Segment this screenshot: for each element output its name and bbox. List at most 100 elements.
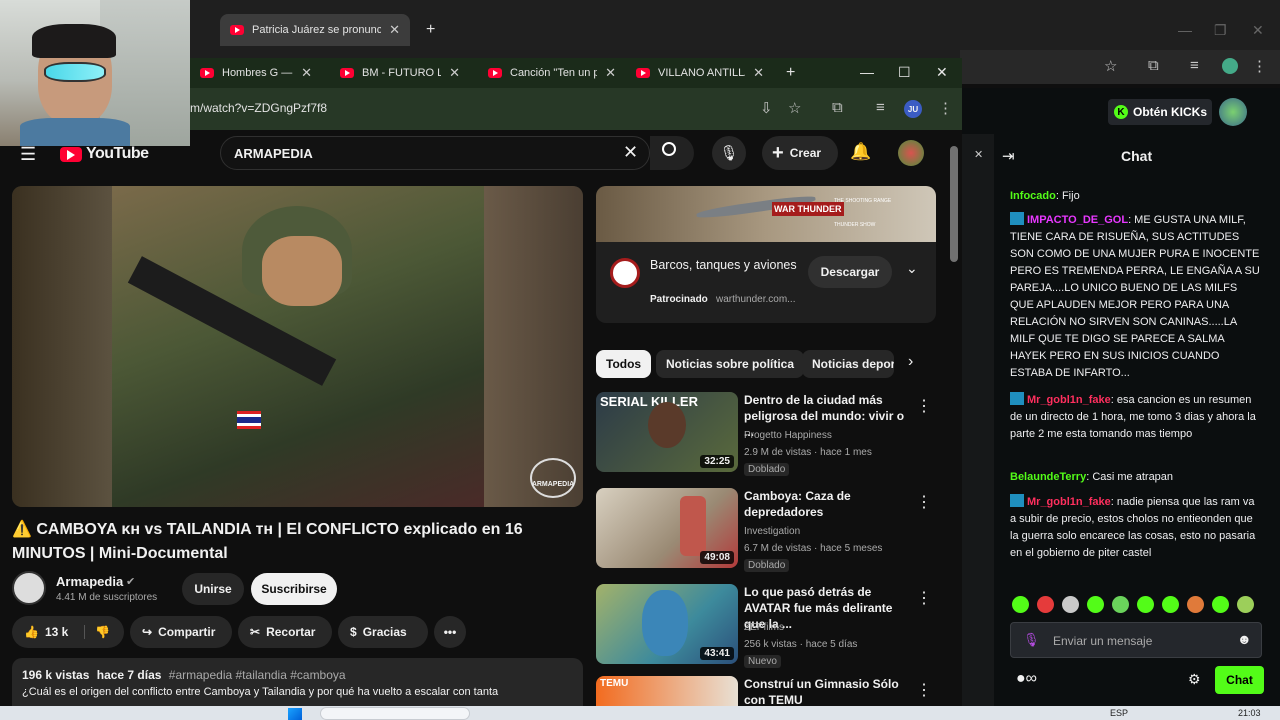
front-tab-4[interactable]: VILLANO ANTILLAN ✕ xyxy=(626,58,774,88)
search-button[interactable] xyxy=(650,136,694,170)
rec-thumbnail[interactable]: 43:41 xyxy=(596,584,738,664)
emote-icon[interactable] xyxy=(1237,596,1254,613)
thanks-button[interactable]: $ Gracias xyxy=(338,616,428,648)
menu-icon[interactable]: ⋮ xyxy=(938,99,953,117)
close-window-icon[interactable]: ✕ xyxy=(1252,22,1264,39)
new-tab-button[interactable]: + xyxy=(776,58,805,88)
rec-channel[interactable]: ZEPfilms xyxy=(744,622,784,633)
rec-more-icon[interactable]: ⋮ xyxy=(916,492,932,512)
like-icon[interactable]: 👍 xyxy=(24,625,39,639)
subscribe-button[interactable]: Suscribirse xyxy=(251,573,337,605)
recommendation-item[interactable]: 49:08 Camboya: Caza de depredadores Inve… xyxy=(596,488,936,572)
close-window-icon[interactable]: ✕ xyxy=(936,64,948,81)
chat-username[interactable]: Infocado xyxy=(1010,190,1056,202)
profile-avatar[interactable] xyxy=(1222,58,1238,74)
chat-message-input[interactable]: 🎙 Enviar un mensaje ☻ xyxy=(1010,622,1262,658)
ad-download-button[interactable]: Descargar xyxy=(808,256,892,288)
emote-icon[interactable] xyxy=(1037,596,1054,613)
chip-politics[interactable]: Noticias sobre política xyxy=(656,350,805,378)
search-input[interactable]: ARMAPEDIA ✕ xyxy=(220,136,650,170)
microphone-icon[interactable]: 🎙 xyxy=(1023,632,1040,648)
notifications-bell-icon[interactable]: 🔔 xyxy=(850,142,871,162)
minimize-icon[interactable]: — xyxy=(1178,22,1192,38)
emoji-picker-icon[interactable]: ☻ xyxy=(1237,631,1252,647)
chat-username[interactable]: Mr_gobl1n_fake xyxy=(1027,394,1111,406)
language-indicator[interactable]: ESP xyxy=(1110,708,1128,718)
kick-user-avatar[interactable] xyxy=(1219,98,1247,126)
create-button[interactable]: + Crear xyxy=(762,136,838,170)
chevron-right-icon[interactable]: › xyxy=(908,353,913,371)
account-avatar[interactable] xyxy=(898,140,924,166)
front-tab-2[interactable]: BM - FUTURO LUJO ✕ xyxy=(330,58,470,88)
join-button[interactable]: Unirse xyxy=(182,573,244,605)
video-player[interactable]: ARMAPEDIA xyxy=(12,186,583,507)
like-count[interactable]: 13 k xyxy=(45,625,68,639)
channel-avatar[interactable] xyxy=(12,571,46,605)
chat-username[interactable]: Mr_gobl1n_fake xyxy=(1027,496,1111,508)
rec-channel[interactable]: Progetto Happiness xyxy=(744,430,832,441)
emote-icon[interactable] xyxy=(1012,596,1029,613)
chip-all[interactable]: Todos xyxy=(596,350,652,378)
close-tab-icon[interactable]: ✕ xyxy=(389,22,400,38)
front-tab-1[interactable]: Hombres G — El Al ✕ xyxy=(190,58,322,88)
extensions-icon[interactable]: ⧉ xyxy=(1148,57,1159,74)
hamburger-menu-icon[interactable]: ☰ xyxy=(20,144,36,165)
rec-title[interactable]: Camboya: Caza de depredadores xyxy=(744,488,912,520)
channel-name[interactable]: Armapedia xyxy=(56,574,123,589)
rec-more-icon[interactable]: ⋮ xyxy=(916,588,932,608)
install-app-icon[interactable]: ⇩ xyxy=(760,99,773,117)
minimize-icon[interactable]: — xyxy=(860,64,874,80)
extensions-icon[interactable]: ⧉ xyxy=(832,99,843,116)
emote-icon[interactable] xyxy=(1087,596,1104,613)
rec-channel[interactable]: Investigation xyxy=(744,526,800,537)
kick-points-icon[interactable]: ●∞ xyxy=(1016,670,1037,688)
rec-more-icon[interactable]: ⋮ xyxy=(916,396,932,416)
scrollbar-thumb[interactable] xyxy=(950,146,958,262)
recommendation-item[interactable]: 43:41 Lo que pasó detrás de AVATAR fue m… xyxy=(596,584,936,668)
new-tab-button[interactable]: + xyxy=(416,14,445,46)
media-icon[interactable]: ≡ xyxy=(1190,57,1199,74)
close-tab-icon[interactable]: ✕ xyxy=(753,65,764,81)
get-kicks-button[interactable]: K Obtén KICKs xyxy=(1108,99,1212,125)
share-button[interactable]: ↪ Compartir xyxy=(130,616,232,648)
media-control-icon[interactable]: ≡ xyxy=(876,99,885,116)
chat-username[interactable]: BelaundeTerry xyxy=(1010,471,1086,483)
hashtags[interactable]: #armapedia #tailandia #camboya xyxy=(169,668,346,682)
more-actions-icon[interactable]: ••• xyxy=(434,616,466,648)
profile-badge[interactable]: JU xyxy=(904,100,922,118)
recommendation-item[interactable]: SERIAL KILLER 32:25 Dentro de la ciudad … xyxy=(596,392,936,476)
taskbar-search-box[interactable] xyxy=(320,707,470,720)
rec-more-icon[interactable]: ⋮ xyxy=(916,680,932,700)
clip-button[interactable]: ✂ Recortar xyxy=(238,616,332,648)
close-tab-icon[interactable]: ✕ xyxy=(301,65,312,81)
close-tab-icon[interactable]: ✕ xyxy=(605,65,616,81)
chip-sports[interactable]: Noticias depor xyxy=(802,350,894,378)
collapse-chat-icon[interactable]: ⇥ xyxy=(1002,147,1015,165)
close-panel-icon[interactable]: ✕ xyxy=(974,148,983,161)
dislike-icon[interactable]: 👎 xyxy=(84,625,110,639)
mic-icon[interactable]: 🎙 xyxy=(712,136,746,170)
front-tab-3[interactable]: Canción "Ten un po ✕ xyxy=(478,58,626,88)
url-text[interactable]: m/watch?v=ZDGngPzf7f8 xyxy=(190,101,327,115)
rec-thumbnail[interactable]: 49:08 xyxy=(596,488,738,568)
emote-icon[interactable] xyxy=(1162,596,1179,613)
back-tab-active[interactable]: Patricia Juárez se pronuncia y r ✕ xyxy=(220,14,410,46)
close-tab-icon[interactable]: ✕ xyxy=(449,65,460,81)
clock-time[interactable]: 21:03 xyxy=(1238,708,1261,718)
bookmark-star-icon[interactable]: ☆ xyxy=(788,99,801,117)
emote-icon[interactable] xyxy=(1212,596,1229,613)
chat-settings-gear-icon[interactable]: ⚙ xyxy=(1188,671,1201,688)
chevron-down-icon[interactable]: ⌄ xyxy=(906,260,918,277)
star-icon[interactable]: ☆ xyxy=(1104,57,1117,75)
ad-card[interactable]: WAR THUNDER THE SHOOTING RANGE THUNDER S… xyxy=(596,186,936,323)
windows-start-icon[interactable] xyxy=(288,708,302,720)
emote-icon[interactable] xyxy=(1137,596,1154,613)
youtube-logo-text[interactable]: YouTube xyxy=(86,145,149,163)
emote-icon[interactable] xyxy=(1187,596,1204,613)
rec-thumbnail[interactable]: SERIAL KILLER 32:25 xyxy=(596,392,738,472)
maximize-icon[interactable]: ☐ xyxy=(898,64,911,81)
maximize-icon[interactable]: ❐ xyxy=(1214,22,1227,39)
clear-search-icon[interactable]: ✕ xyxy=(623,142,638,163)
chat-username[interactable]: IMPACTO_DE_GOL xyxy=(1027,214,1128,226)
rec-title[interactable]: Construí un Gimnasio Sólo con TEMU xyxy=(744,676,912,708)
